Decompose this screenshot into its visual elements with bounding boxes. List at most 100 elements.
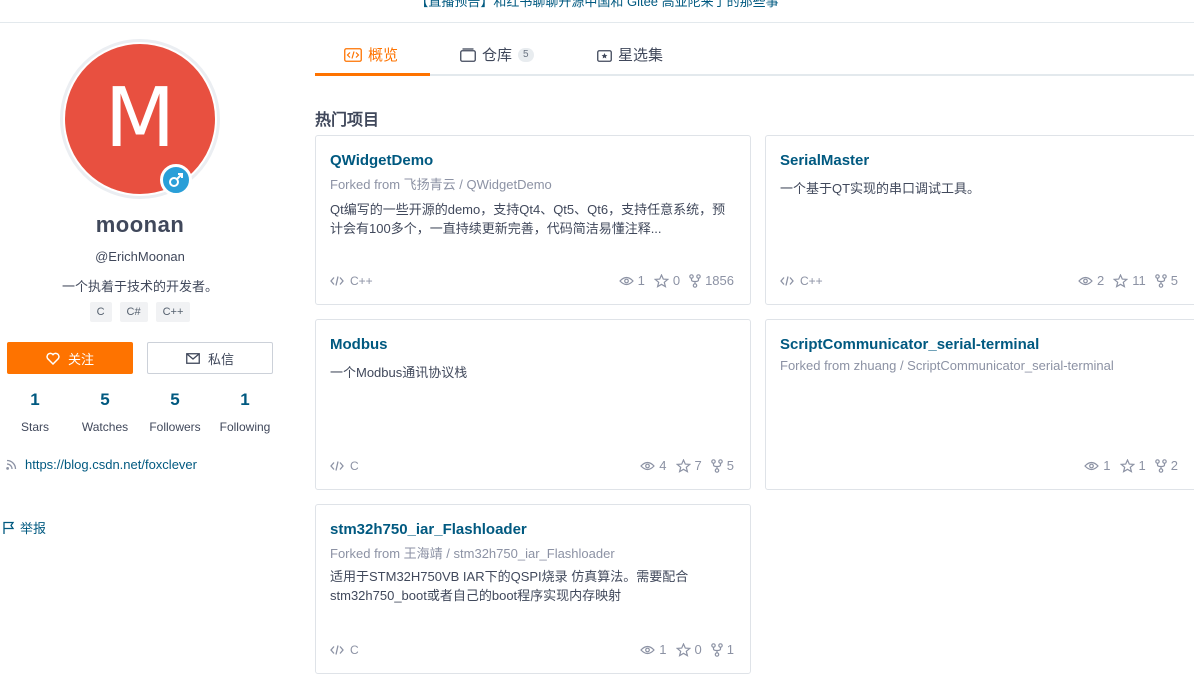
star-count[interactable]: 11 [1113,273,1146,288]
stat-stars[interactable]: 1 Stars [0,390,70,434]
forked-from[interactable]: Forked from zhuang / ScriptCommunicator_… [780,358,1114,373]
project-card[interactable]: ScriptCommunicator_serial-terminal Forke… [765,319,1194,490]
blog-url[interactable]: https://blog.csdn.net/foxclever [25,457,197,472]
star-count[interactable]: 0 [653,273,681,288]
project-card[interactable]: SerialMaster 一个基于QT实现的串口调试工具。 C++ 2 11 5 [765,135,1194,305]
star-icon [675,458,691,473]
code-icon [780,276,794,286]
report-link[interactable]: 举报 [2,518,46,537]
forked-from[interactable]: Forked from 飞扬青云 / QWidgetDemo [330,174,552,193]
project-description: Qt编写的一些开源的demo，支持Qt4、Qt5、Qt6，支持任意系统，预计会有… [330,202,726,236]
star-icon [1119,458,1135,473]
fork-number: 5 [726,458,734,473]
stat-number: 1 [30,390,40,409]
eye-icon [618,276,634,285]
watch-number: 2 [1097,273,1105,288]
project-stats: 2 11 5 [1078,273,1178,288]
tab-repos[interactable]: 仓库 5 [460,37,534,76]
code-icon [330,461,344,471]
message-label: 私信 [207,351,234,367]
fork-number: 5 [1170,273,1178,288]
avatar[interactable]: M [60,39,220,199]
fork-count[interactable]: 1 [710,642,734,657]
mail-icon [186,352,200,364]
language-label: C [350,643,359,657]
project-card[interactable]: stm32h750_iar_Flashloader Forked from 王海… [315,504,751,674]
fork-number: 1856 [705,273,734,288]
tab-overview[interactable]: 概览 [344,37,398,76]
watch-count[interactable]: 1 [640,642,667,657]
star-count[interactable]: 0 [675,642,702,657]
tab-star-collections[interactable]: 星选集 [597,37,663,76]
project-language: C [330,643,359,657]
stat-number: 5 [100,390,110,409]
project-title[interactable]: stm32h750_iar_Flashloader [330,521,527,538]
project-title[interactable]: Modbus [330,336,388,353]
message-button[interactable]: 私信 [147,342,273,374]
project-card[interactable]: QWidgetDemo Forked from 飞扬青云 / QWidgetDe… [315,135,751,305]
star-number: 0 [672,273,681,288]
top-banner[interactable]: 【直播预告】和红书聊聊开源中国和 Gitee 高亚陀来了的那些事 [0,0,1194,23]
star-number: 11 [1132,273,1146,288]
banner-text[interactable]: 【直播预告】和红书聊聊开源中国和 Gitee 高亚陀来了的那些事 [415,0,778,9]
star-box-icon [597,49,612,62]
language-tag[interactable]: C++ [155,302,191,322]
watch-number: 1 [659,642,667,657]
star-icon [653,273,669,288]
stat-watches[interactable]: 5 Watches [70,390,140,434]
watch-count[interactable]: 1 [1084,458,1111,473]
follow-label: 关注 [67,351,94,367]
project-card[interactable]: Modbus 一个Modbus通讯协议栈 C 4 7 5 [315,319,751,490]
fork-count[interactable]: 5 [1154,273,1178,288]
forked-from[interactable]: Forked from 王海靖 / stm32h750_iar_Flashloa… [330,543,615,562]
project-title[interactable]: SerialMaster [780,152,869,169]
tab-label: 概览 [368,47,399,64]
watch-count[interactable]: 2 [1078,273,1104,288]
project-title[interactable]: ScriptCommunicator_serial-terminal [780,336,1039,353]
stat-following[interactable]: 1 Following [210,390,280,434]
star-number: 1 [1138,458,1146,473]
stat-number: 5 [170,390,180,409]
male-icon [160,164,192,196]
fork-count[interactable]: 1856 [689,273,734,288]
stat-label: Followers [149,420,201,434]
watch-count[interactable]: 4 [640,458,667,473]
user-handle: @ErichMoonan [95,249,185,264]
watch-count[interactable]: 1 [618,273,645,288]
report-label: 举报 [20,521,47,536]
fork-icon [710,458,723,473]
project-description: 适用于STM32H750VB IAR下的QSPI烧录 仿真算法。需要配合stm3… [330,569,689,603]
heart-icon [46,352,60,365]
stat-number: 1 [240,390,250,409]
star-number: 0 [694,642,702,657]
profile-stats: 1 Stars 5 Watches 5 Followers 1 Followin… [0,390,280,440]
profile-sidebar: M moonan @ErichMoonan 一个执着于技术的开发者。 C C# … [0,24,280,674]
follow-button[interactable]: 关注 [7,342,133,374]
stat-label: Stars [20,420,49,434]
fork-count[interactable]: 2 [1154,458,1178,473]
stat-followers[interactable]: 5 Followers [140,390,210,434]
fork-count[interactable]: 5 [710,458,734,473]
eye-icon [1078,276,1093,285]
language-tag[interactable]: C# [119,302,148,322]
watch-number: 1 [637,273,645,288]
fork-icon [689,273,701,288]
language-tag[interactable]: C [89,302,112,322]
repo-icon [460,48,476,62]
project-title[interactable]: QWidgetDemo [330,152,433,169]
star-number: 7 [694,458,702,473]
project-stats: 1 0 1856 [618,273,734,288]
project-description: 一个基于QT实现的串口调试工具。 [780,181,981,196]
eye-icon [640,645,656,654]
fork-number: 1 [726,642,734,657]
language-label: C++ [800,274,823,288]
star-count[interactable]: 7 [675,458,702,473]
star-icon [675,642,691,657]
user-name: moonan [95,212,185,237]
language-label: C++ [350,274,373,288]
project-description: 一个Modbus通讯协议栈 [330,365,468,380]
blog-link[interactable]: https://blog.csdn.net/foxclever [6,457,197,472]
star-count[interactable]: 1 [1119,458,1146,473]
profile-tabs: 概览 仓库 5 星选集 [315,37,1194,76]
project-stats: 4 7 5 [640,458,734,473]
